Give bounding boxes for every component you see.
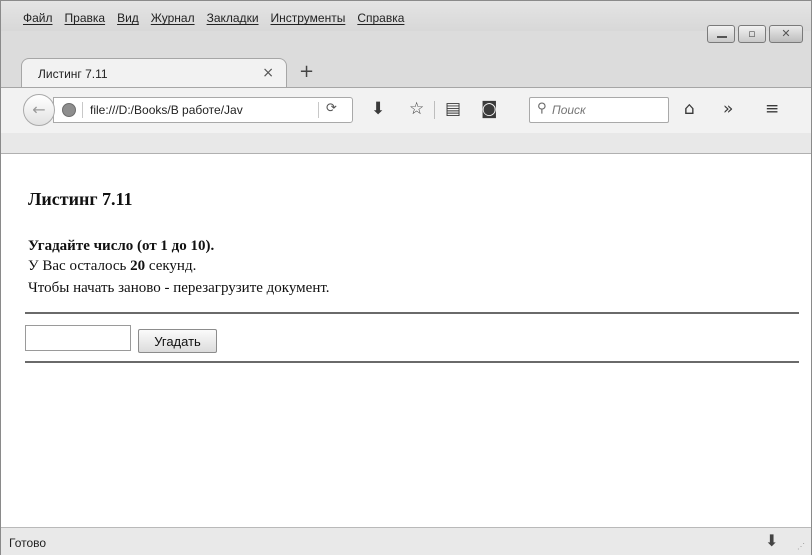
- tab-title: Листинг 7.11: [38, 67, 108, 81]
- status-text: Готово: [9, 536, 47, 550]
- browser-window: Файл Правка Вид Журнал Закладки Инструме…: [0, 0, 812, 555]
- navigation-bar: file:///D:/Books/В работе/Jav ⟳ ← ⬇ ☆ ▤ …: [1, 87, 811, 133]
- restart-hint: Чтобы начать заново - перезагрузите доку…: [28, 280, 330, 296]
- new-tab-icon[interactable]: +: [299, 61, 314, 82]
- page-content: Листинг 7.11 Угадайте число (от 1 до 10)…: [1, 154, 811, 527]
- guess-input[interactable]: [25, 325, 131, 351]
- guess-prompt: Угадайте число (от 1 до 10).: [28, 238, 215, 254]
- minimize-icon: [717, 36, 727, 38]
- guess-button[interactable]: Угадать: [138, 329, 217, 353]
- download-icon[interactable]: ⬇: [371, 99, 385, 119]
- menu-items: Файл Правка Вид Журнал Закладки Инструме…: [23, 11, 416, 25]
- time-suffix: секунд.: [145, 258, 197, 274]
- search-icon: ⚲: [537, 101, 547, 116]
- overflow-icon[interactable]: »: [723, 99, 733, 119]
- divider-top: [25, 312, 799, 314]
- menu-history[interactable]: Журнал: [151, 11, 195, 25]
- menu-bar: Файл Правка Вид Журнал Закладки Инструме…: [1, 1, 811, 31]
- menu-tools[interactable]: Инструменты: [271, 11, 346, 25]
- bookmarks-toolbar: [1, 133, 811, 154]
- tab-close-icon[interactable]: ×: [262, 65, 274, 81]
- search-box[interactable]: ⚲: [529, 97, 669, 123]
- reload-divider: [318, 102, 319, 118]
- hamburger-menu-icon[interactable]: ≡: [765, 99, 779, 119]
- time-remaining: У Вас осталось 20 секунд.: [28, 258, 196, 275]
- menu-file[interactable]: Файл: [23, 11, 53, 25]
- search-input[interactable]: [552, 102, 662, 118]
- url-bar[interactable]: file:///D:/Books/В работе/Jav ⟳: [53, 97, 353, 123]
- toolbar-divider: [434, 101, 435, 119]
- menu-help[interactable]: Справка: [357, 11, 404, 25]
- pocket-icon[interactable]: ◙: [481, 99, 498, 119]
- resize-grip-icon[interactable]: ⋰: [797, 542, 805, 551]
- reading-list-icon[interactable]: ▤: [445, 99, 461, 119]
- tab-active[interactable]: Листинг 7.11 ×: [21, 58, 287, 88]
- maximize-icon: ▫: [748, 27, 756, 40]
- menu-bookmarks[interactable]: Закладки: [207, 11, 259, 25]
- home-icon[interactable]: ⌂: [684, 99, 695, 119]
- menu-view[interactable]: Вид: [117, 11, 139, 25]
- back-button[interactable]: ←: [23, 94, 55, 126]
- time-value: 20: [130, 258, 146, 274]
- divider-bottom: [25, 361, 799, 363]
- reload-icon[interactable]: ⟳: [326, 101, 337, 116]
- status-download-icon[interactable]: ⬇: [765, 531, 778, 550]
- site-identity-icon[interactable]: [62, 103, 76, 117]
- bookmark-star-icon[interactable]: ☆: [409, 99, 424, 119]
- time-prefix: У Вас осталось: [28, 258, 131, 274]
- close-window-icon: ✕: [781, 27, 791, 40]
- back-arrow-icon: ←: [32, 100, 46, 119]
- page-heading: Листинг 7.11: [28, 189, 133, 209]
- menu-edit[interactable]: Правка: [65, 11, 106, 25]
- url-divider: [82, 102, 83, 118]
- status-bar: Готово ⬇ ⋰: [1, 527, 811, 555]
- url-text[interactable]: file:///D:/Books/В работе/Jav: [90, 103, 274, 117]
- tab-strip: Листинг 7.11 × +: [1, 41, 811, 88]
